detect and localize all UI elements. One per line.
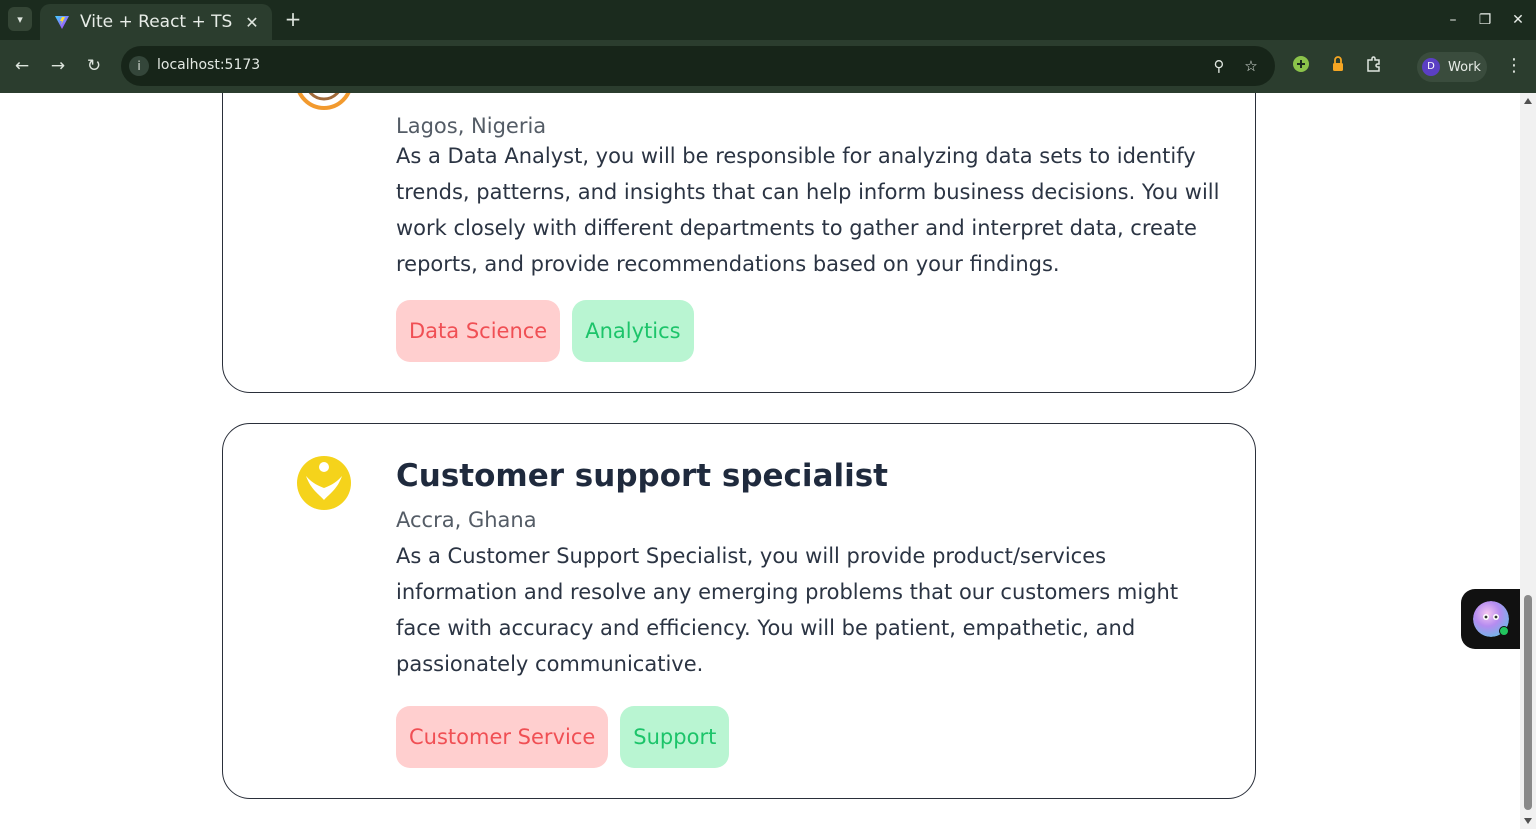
chevron-down-icon[interactable]: ▾ xyxy=(8,7,32,31)
vite-logo-icon xyxy=(55,16,69,29)
more-vertical-icon[interactable]: ⋮ xyxy=(1503,55,1525,77)
puzzle-icon[interactable] xyxy=(1363,55,1385,77)
browser-toolbar: ← → ↻ i localhost:5173 ⚲ ☆ D Work ⋮ xyxy=(0,40,1536,93)
close-window-icon[interactable]: ✕ xyxy=(1508,10,1528,30)
scroll-up-icon[interactable] xyxy=(1524,98,1532,104)
close-tab-icon[interactable]: ✕ xyxy=(242,13,262,32)
tag-analytics[interactable]: Analytics xyxy=(572,300,694,362)
star-icon[interactable]: ☆ xyxy=(1240,55,1262,77)
info-icon[interactable]: i xyxy=(129,56,149,76)
address-bar[interactable]: i localhost:5173 ⚲ ☆ xyxy=(121,46,1275,86)
scrollbar-thumb[interactable] xyxy=(1524,595,1532,810)
tag-list: Data Science Analytics xyxy=(396,300,694,362)
profile-label: Work xyxy=(1448,59,1481,75)
zoom-icon[interactable]: ⚲ xyxy=(1208,55,1230,77)
company-logo xyxy=(297,93,351,110)
company-logo xyxy=(297,456,351,510)
avatar: D xyxy=(1422,58,1440,76)
new-tab-button[interactable]: + xyxy=(282,8,304,32)
restore-icon[interactable]: ❐ xyxy=(1475,10,1495,30)
profile-button[interactable]: D Work xyxy=(1417,52,1487,82)
tag-data-science[interactable]: Data Science xyxy=(396,300,561,362)
job-description: As a Customer Support Specialist, you wi… xyxy=(396,544,1179,676)
url-text[interactable]: localhost:5173 xyxy=(157,57,260,73)
job-description: As a Data Analyst, you will be responsib… xyxy=(396,144,1220,276)
arrow-right-icon[interactable]: → xyxy=(46,54,70,78)
tag-support[interactable]: Support xyxy=(620,706,730,768)
chat-widget-button[interactable] xyxy=(1461,589,1520,649)
browser-tab[interactable]: Vite + React + TS ✕ xyxy=(40,4,272,40)
job-card[interactable]: Lagos, Nigeria As a Data Analyst, you wi… xyxy=(222,93,1256,393)
vertical-scrollbar[interactable] xyxy=(1520,93,1536,829)
minimize-icon[interactable]: – xyxy=(1443,10,1463,30)
tab-title: Vite + React + TS xyxy=(80,12,233,32)
extension-plus-icon[interactable] xyxy=(1290,55,1312,77)
job-card[interactable]: Customer support specialist Accra, Ghana… xyxy=(222,423,1256,799)
arrow-left-icon[interactable]: ← xyxy=(10,54,34,78)
page-viewport: Lagos, Nigeria As a Data Analyst, you wi… xyxy=(0,93,1520,829)
tab-strip: ▾ Vite + React + TS ✕ + – ❐ ✕ xyxy=(0,0,1536,40)
job-location: Accra, Ghana xyxy=(396,508,537,532)
reload-icon[interactable]: ↻ xyxy=(82,54,106,78)
job-title: Customer support specialist xyxy=(396,458,889,494)
scroll-down-icon[interactable] xyxy=(1524,818,1532,824)
tag-list: Customer Service Support xyxy=(396,706,730,768)
job-location: Lagos, Nigeria xyxy=(396,114,547,138)
online-status-dot xyxy=(1499,626,1509,636)
tag-customer-service[interactable]: Customer Service xyxy=(396,706,609,768)
lock-extension-icon[interactable] xyxy=(1327,55,1349,77)
